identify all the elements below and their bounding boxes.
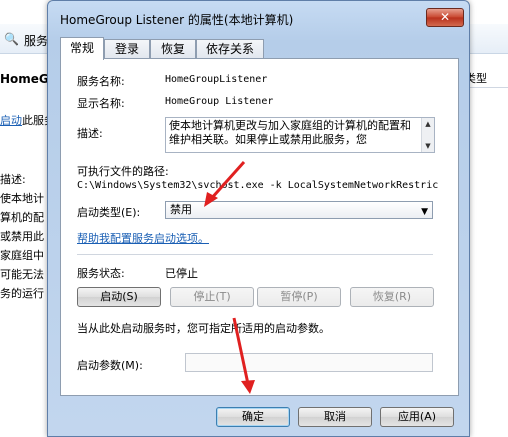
tab-general[interactable]: 常规 [60, 37, 104, 60]
service-name-label: 服务名称: [77, 75, 125, 88]
tab-dependencies[interactable]: 依存关系 [196, 39, 264, 59]
chevron-down-icon: ▼ [421, 207, 428, 217]
description-text: 使本地计算机更改与加入家庭组的计算机的配置和维护相关联。如果停止或禁用此服务，您 [169, 119, 411, 146]
desc-line: 务的运行 [0, 287, 44, 300]
pause-button[interactable]: 暂停(P) [257, 287, 341, 307]
desc-line: 可能无法 [0, 268, 44, 281]
startup-type-value: 禁用 [170, 203, 192, 216]
scroll-up-icon[interactable]: ▲ [422, 119, 434, 129]
service-name-value: HomeGroupListener [165, 74, 268, 85]
exe-path-value: C:\Windows\System32\svchost.exe -k Local… [77, 180, 439, 191]
cancel-button[interactable]: 取消 [298, 407, 372, 427]
start-button[interactable]: 启动(S) [77, 287, 161, 307]
start-params-hint: 当从此处启动服务时，您可指定所适用的启动参数。 [77, 322, 330, 335]
start-service-link[interactable]: 启动 [0, 114, 22, 127]
service-properties-dialog: HomeGroup Listener 的属性(本地计算机) ✕ 常规 登录 恢复… [47, 0, 470, 437]
help-configure-link[interactable]: 帮助我配置服务启动选项。 [77, 230, 209, 246]
start-params-label: 启动参数(M): [77, 359, 143, 372]
general-tab-panel: 服务名称: HomeGroupListener 显示名称: HomeGroup … [60, 58, 459, 396]
exe-path-label: 可执行文件的路径: [77, 165, 169, 178]
close-icon: ✕ [439, 10, 451, 24]
desc-line: 或禁用此 [0, 230, 44, 243]
desc-line: 算机的配 [0, 211, 44, 224]
tab-recovery[interactable]: 恢复 [150, 39, 196, 59]
separator [77, 254, 433, 255]
service-status-label: 服务状态: [77, 267, 125, 280]
description-box[interactable]: 使本地计算机更改与加入家庭组的计算机的配置和维护相关联。如果停止或禁用此服务，您… [165, 117, 435, 153]
desc-line: 使本地计 [0, 192, 44, 205]
dialog-title: HomeGroup Listener 的属性(本地计算机) [60, 13, 294, 27]
scroll-down-icon[interactable]: ▼ [422, 141, 434, 151]
description-label: 描述: [77, 127, 103, 140]
start-params-input[interactable] [185, 353, 433, 372]
startup-type-select[interactable]: 禁用 ▼ [165, 201, 433, 219]
description-scrollbar[interactable]: ▲ ▼ [421, 118, 434, 152]
desc-line: 描述: [0, 173, 26, 186]
desc-line: 家庭组中 [0, 249, 44, 262]
service-status-value: 已停止 [165, 267, 198, 280]
search-icon: 🔍 [4, 32, 19, 46]
apply-button[interactable]: 应用(A) [380, 407, 454, 427]
startup-type-label: 启动类型(E): [77, 206, 141, 219]
display-name-value[interactable]: HomeGroup Listener [165, 96, 273, 107]
service-description-pane: HomeGr 启动此服务 描述: 使本地计 算机的配 或禁用此 家庭组中 可能无… [0, 56, 55, 437]
services-toolbar-label: 服务 [24, 34, 49, 48]
display-name-label: 显示名称: [77, 97, 125, 110]
close-button[interactable]: ✕ [426, 8, 464, 27]
resume-button[interactable]: 恢复(R) [350, 287, 434, 307]
ok-button[interactable]: 确定 [216, 407, 290, 427]
tab-logon[interactable]: 登录 [104, 39, 150, 59]
stop-button[interactable]: 停止(T) [170, 287, 254, 307]
